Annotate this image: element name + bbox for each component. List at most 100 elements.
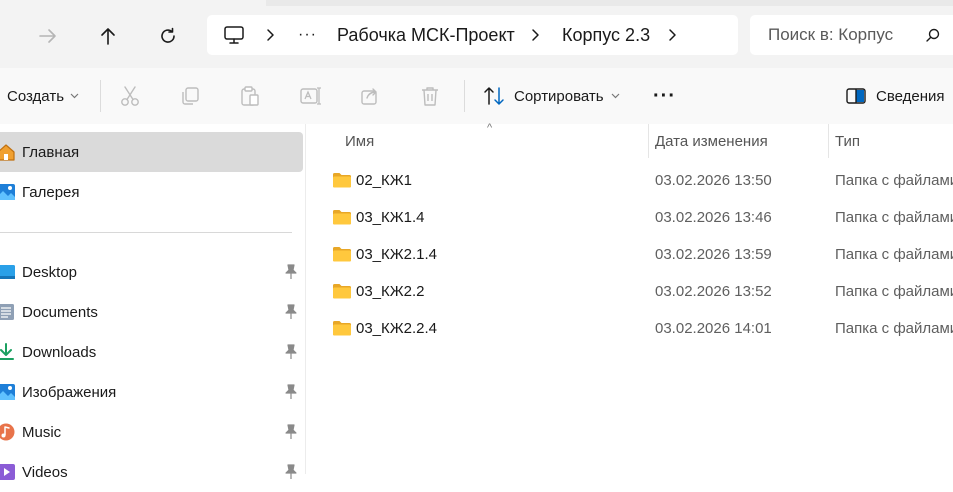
scissors-icon <box>121 86 139 106</box>
file-row[interactable]: 03_КЖ2.2.4 03.02.2026 14:01 Папка с файл… <box>306 310 953 347</box>
chevron-down-icon <box>70 93 79 99</box>
address-bar[interactable]: ··· Рабочка МСК-Проект Корпус 2.3 <box>207 15 738 55</box>
arrow-up-icon <box>101 28 115 45</box>
paste-button[interactable] <box>240 68 260 124</box>
toolbar-divider <box>100 80 101 112</box>
videos-icon <box>0 464 15 480</box>
trash-icon <box>422 87 438 106</box>
cut-button[interactable] <box>120 68 140 124</box>
file-date: 03.02.2026 13:46 <box>655 209 772 226</box>
documents-icon <box>0 304 14 320</box>
file-type: Папка с файлами <box>835 172 953 189</box>
file-name: 02_КЖ1 <box>356 172 412 189</box>
file-name: 03_КЖ2.2.4 <box>356 320 437 337</box>
file-date: 03.02.2026 14:01 <box>655 320 772 337</box>
file-date: 03.02.2026 13:50 <box>655 172 772 189</box>
monitor-icon <box>224 26 244 44</box>
column-resize-handle[interactable] <box>648 124 649 158</box>
breadcrumb-separator[interactable] <box>667 15 677 55</box>
file-row[interactable]: 03_КЖ2.1.4 03.02.2026 13:59 Папка с файл… <box>306 236 953 273</box>
sidebar-item-music[interactable]: Music <box>0 412 303 452</box>
column-resize-handle[interactable] <box>828 124 829 158</box>
file-row[interactable]: 03_КЖ2.2 03.02.2026 13:52 Папка с файлам… <box>306 273 953 310</box>
breadcrumb-separator[interactable] <box>265 15 275 55</box>
sidebar-item-label: Videos <box>22 463 68 481</box>
column-header-type[interactable]: Тип <box>835 124 860 158</box>
this-pc-button[interactable] <box>223 15 245 55</box>
copy-button[interactable] <box>180 68 200 124</box>
clipboard-icon <box>241 86 259 106</box>
share-icon <box>361 88 377 105</box>
sidebar-item-documents[interactable]: Documents <box>0 292 303 332</box>
pin-icon[interactable] <box>284 384 298 400</box>
search-box[interactable]: Поиск в: Корпус <box>750 15 953 55</box>
file-row[interactable]: 02_КЖ1 03.02.2026 13:50 Папка с файлами <box>306 162 953 199</box>
pin-icon[interactable] <box>284 464 298 480</box>
file-row[interactable]: 03_КЖ1.4 03.02.2026 13:46 Папка с файлам… <box>306 199 953 236</box>
sort-icon <box>484 87 504 105</box>
file-date: 03.02.2026 13:59 <box>655 246 772 263</box>
forward-button[interactable] <box>32 20 64 52</box>
home-icon <box>0 144 15 161</box>
breadcrumb-separator[interactable] <box>530 15 540 55</box>
address-toolbar: ··· Рабочка МСК-Проект Корпус 2.3 Поиск … <box>0 0 953 68</box>
share-button[interactable] <box>360 68 380 124</box>
file-name: 03_КЖ1.4 <box>356 209 425 226</box>
pin-icon[interactable] <box>284 264 298 280</box>
search-placeholder: Поиск в: Корпус <box>768 25 894 44</box>
refresh-button[interactable] <box>152 20 184 52</box>
chevron-right-icon <box>532 29 539 41</box>
navigation-pane: Главная Галерея Desktop Documents Downlo… <box>0 124 305 481</box>
tab-strip <box>266 0 953 6</box>
file-type: Папка с файлами <box>835 246 953 263</box>
sidebar-item-gallery[interactable]: Галерея <box>0 172 303 212</box>
sidebar-divider <box>0 232 292 233</box>
delete-button[interactable] <box>420 68 440 124</box>
sidebar-item-label: Desktop <box>22 263 78 281</box>
file-type: Папка с файлами <box>835 320 953 337</box>
pin-icon[interactable] <box>284 344 298 360</box>
rename-icon <box>300 87 321 105</box>
folder-icon <box>333 321 351 336</box>
arrow-right-icon <box>39 29 56 43</box>
search-icon[interactable] <box>926 28 940 42</box>
create-label: Создать <box>7 87 65 105</box>
breadcrumb-overflow[interactable]: ··· <box>298 15 317 55</box>
pictures-icon <box>0 384 15 400</box>
sidebar-item-label: Downloads <box>22 343 97 361</box>
file-type: Папка с файлами <box>835 283 953 300</box>
sidebar-item-pictures[interactable]: Изображения <box>0 372 303 412</box>
breadcrumb-item[interactable]: Корпус 2.3 <box>562 15 650 55</box>
command-bar: Создать Сортировать ··· Сведения <box>0 68 953 125</box>
sort-button[interactable]: Сортировать <box>483 68 620 124</box>
more-options-button[interactable]: ··· <box>653 68 676 124</box>
details-label: Сведения <box>876 87 945 105</box>
file-name: 03_КЖ2.2 <box>356 283 425 300</box>
folder-icon <box>333 173 351 188</box>
up-button[interactable] <box>92 20 124 52</box>
folder-icon <box>333 247 351 262</box>
sidebar-item-downloads[interactable]: Downloads <box>0 332 303 372</box>
desktop-icon <box>0 265 15 279</box>
column-header-name[interactable]: Имя <box>345 124 374 158</box>
details-pane-icon <box>846 88 866 104</box>
sidebar-item-label: Documents <box>22 303 98 321</box>
breadcrumb-item[interactable]: Рабочка МСК-Проект <box>337 15 515 55</box>
file-list: ^ Имя Дата изменения Тип 02_КЖ1 03.02.20… <box>306 122 953 474</box>
sidebar-item-videos[interactable]: Videos <box>0 452 303 492</box>
pin-icon[interactable] <box>284 424 298 440</box>
sidebar-item-home[interactable]: Главная <box>0 132 303 172</box>
column-header-date[interactable]: Дата изменения <box>655 124 768 158</box>
file-type: Папка с файлами <box>835 209 953 226</box>
file-date: 03.02.2026 13:52 <box>655 283 772 300</box>
sidebar-item-desktop[interactable]: Desktop <box>0 252 303 292</box>
details-pane-button[interactable]: Сведения <box>846 68 945 124</box>
create-button[interactable]: Создать <box>7 68 79 124</box>
pin-icon[interactable] <box>284 304 298 320</box>
sidebar-item-label: Галерея <box>22 183 80 201</box>
copy-icon <box>182 87 199 105</box>
sidebar-item-label: Music <box>22 423 62 441</box>
sort-caret-icon: ^ <box>487 122 493 134</box>
rename-button[interactable] <box>300 68 322 124</box>
sort-label: Сортировать <box>514 87 604 105</box>
